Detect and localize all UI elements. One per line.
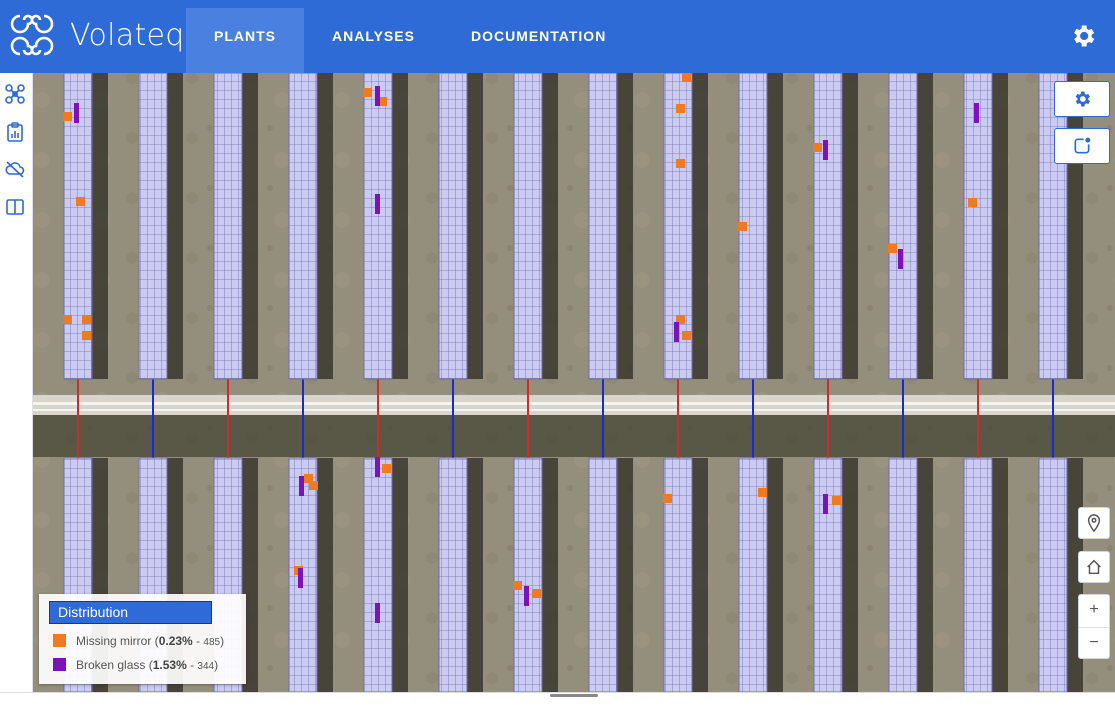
solar-row-bottom <box>1039 458 1067 692</box>
home-icon <box>1087 559 1101 575</box>
broken-glass-marker <box>375 603 380 623</box>
missing-mirror-marker <box>663 494 672 503</box>
zoom-out-button[interactable]: − <box>1079 628 1109 660</box>
gear-icon <box>1075 91 1090 107</box>
broken-glass-marker <box>974 103 979 123</box>
missing-mirror-marker <box>363 88 372 97</box>
solar-row-top <box>364 73 392 379</box>
missing-mirror-swatch <box>53 634 66 647</box>
missing-mirror-marker <box>682 331 691 340</box>
tab-documentation[interactable]: DOCUMENTATION <box>443 8 634 73</box>
notification-icon <box>1074 137 1091 154</box>
brand-logo[interactable]: Volateq <box>8 12 185 58</box>
tab-plants[interactable]: PLANTS <box>186 8 304 73</box>
missing-mirror-marker <box>888 244 897 253</box>
broken-glass-marker <box>74 103 79 123</box>
solar-row-bottom <box>964 458 992 692</box>
missing-mirror-marker <box>309 481 318 490</box>
split-view-icon[interactable] <box>4 196 26 218</box>
solar-row-bottom <box>439 458 467 692</box>
solar-row-bottom <box>364 458 392 692</box>
left-toolbar <box>0 73 33 693</box>
missing-mirror-marker <box>676 104 685 113</box>
missing-mirror-marker <box>82 331 91 340</box>
legend-item-missing-mirror[interactable]: Missing mirror (0.23% - 485) <box>53 634 224 648</box>
solar-row-bottom <box>664 458 692 692</box>
brand-name: Volateq <box>70 17 185 53</box>
solar-row-bottom <box>589 458 617 692</box>
solar-row-top <box>139 73 167 379</box>
solar-row-top <box>514 73 542 379</box>
solar-row-top <box>589 73 617 379</box>
clipboard-chart-icon[interactable] <box>4 121 26 143</box>
broken-glass-marker <box>898 249 903 269</box>
notification-button[interactable] <box>1054 128 1110 164</box>
missing-mirror-marker <box>82 315 91 324</box>
missing-mirror-marker <box>63 112 72 121</box>
missing-mirror-marker <box>63 315 72 324</box>
distribution-legend: Distribution Missing mirror (0.23% - 485… <box>39 594 246 684</box>
broken-glass-marker <box>375 86 380 106</box>
broken-glass-marker <box>674 322 679 342</box>
zoom-control: + − <box>1078 594 1110 659</box>
broken-glass-marker <box>524 586 529 606</box>
missing-mirror-marker <box>968 198 977 207</box>
missing-mirror-marker <box>682 73 691 82</box>
drone-icon[interactable] <box>4 83 26 105</box>
resize-handle[interactable] <box>550 694 598 697</box>
solar-row-top <box>214 73 242 379</box>
gear-icon[interactable] <box>1069 22 1097 50</box>
tab-analyses[interactable]: ANALYSES <box>304 8 443 73</box>
solar-row-top <box>814 73 842 379</box>
solar-row-top <box>289 73 317 379</box>
solar-row-bottom <box>814 458 842 692</box>
broken-glass-swatch <box>53 658 66 671</box>
locate-button[interactable] <box>1078 507 1110 539</box>
broken-glass-marker <box>299 476 304 496</box>
missing-mirror-marker <box>382 464 391 473</box>
broken-glass-marker <box>375 457 380 477</box>
main-nav: PLANTS ANALYSES DOCUMENTATION <box>186 8 634 73</box>
solar-row-top <box>439 73 467 379</box>
broken-glass-marker <box>823 494 828 514</box>
cloud-off-icon[interactable] <box>4 158 26 180</box>
top-header: Volateq PLANTS ANALYSES DOCUMENTATION <box>0 0 1115 73</box>
broken-glass-marker <box>375 194 380 214</box>
missing-mirror-marker <box>832 496 841 505</box>
solar-row-top <box>889 73 917 379</box>
zoom-in-button[interactable]: + <box>1079 595 1109 627</box>
broken-glass-marker <box>823 140 828 160</box>
location-pin-icon <box>1087 514 1101 532</box>
legend-title[interactable]: Distribution <box>49 601 212 624</box>
missing-mirror-marker <box>676 159 685 168</box>
legend-item-broken-glass[interactable]: Broken glass (1.53% - 344) <box>53 658 218 672</box>
missing-mirror-marker <box>758 488 767 497</box>
missing-mirror-marker <box>532 589 541 598</box>
missing-mirror-marker <box>813 143 822 152</box>
missing-mirror-marker <box>76 197 85 206</box>
solar-row-top <box>1039 73 1067 379</box>
solar-row-bottom <box>889 458 917 692</box>
missing-mirror-marker <box>738 222 747 231</box>
bottom-bar <box>0 692 1115 708</box>
missing-mirror-marker <box>513 581 522 590</box>
solar-row-bottom <box>514 458 542 692</box>
volateq-logo-icon <box>10 14 54 56</box>
map-settings-button[interactable] <box>1054 81 1110 117</box>
broken-glass-marker <box>298 568 303 588</box>
home-view-button[interactable] <box>1078 551 1110 583</box>
